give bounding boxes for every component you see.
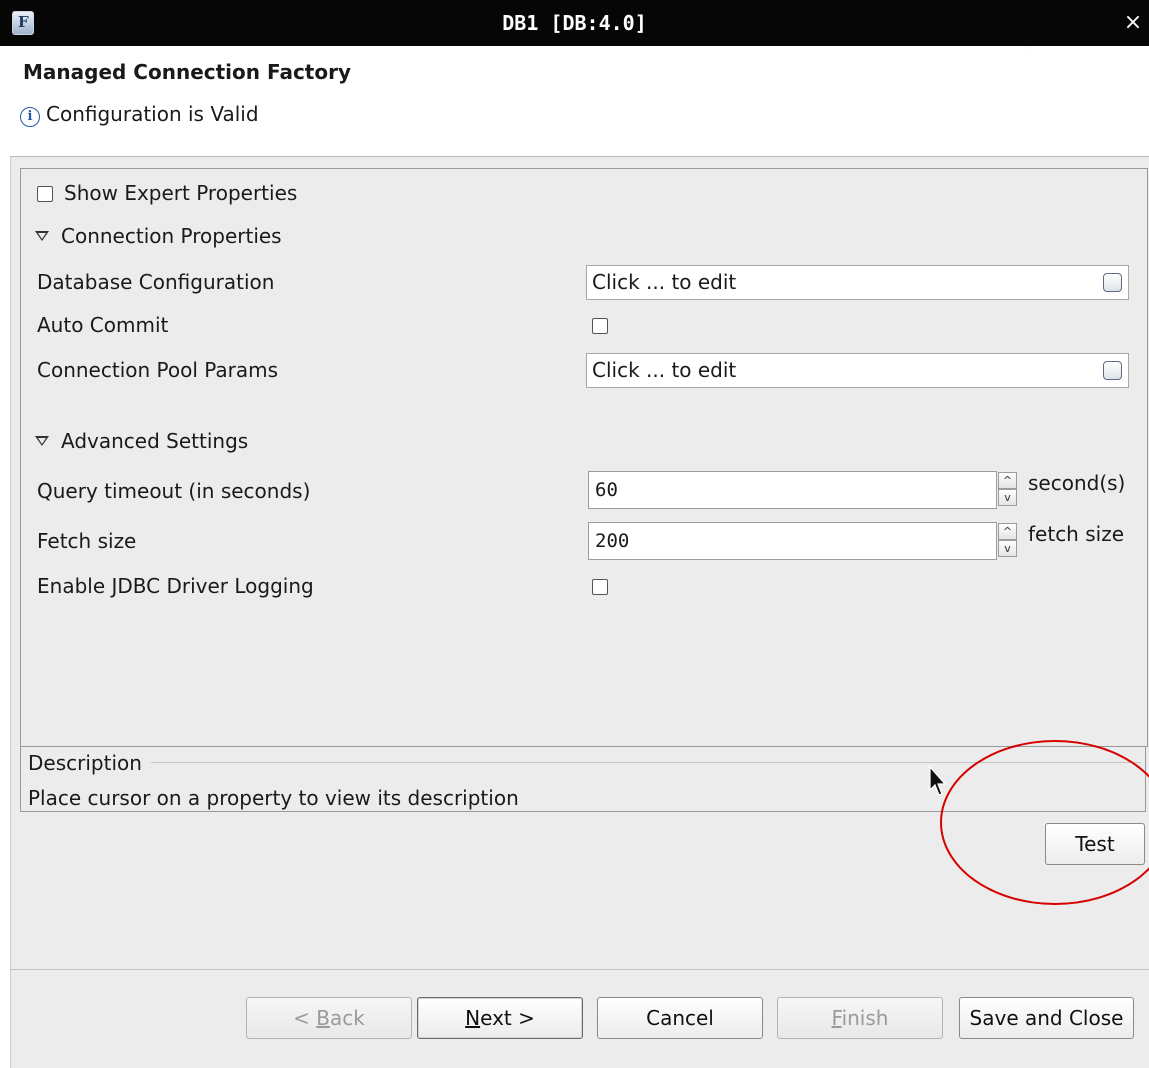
query-timeout-unit: second(s): [1028, 471, 1126, 495]
edit-connection-pool-params-button[interactable]: [1103, 361, 1122, 380]
save-and-close-button[interactable]: Save and Close: [959, 997, 1134, 1039]
collapse-triangle-icon[interactable]: [35, 436, 49, 446]
database-configuration-value: Click ... to edit: [592, 270, 737, 294]
close-icon[interactable]: ×: [1118, 0, 1148, 46]
next-button[interactable]: Next >: [417, 997, 583, 1039]
fetch-size-label: Fetch size: [37, 529, 137, 553]
database-configuration-field[interactable]: Click ... to edit: [586, 265, 1129, 300]
query-timeout-spinner[interactable]: ^ v: [998, 472, 1018, 508]
edit-database-configuration-button[interactable]: [1103, 273, 1122, 292]
finish-button[interactable]: Finish: [777, 997, 943, 1039]
footer-separator: [10, 969, 1149, 970]
window-title: DB1 [DB:4.0]: [502, 11, 647, 35]
connection-pool-params-field[interactable]: Click ... to edit: [586, 353, 1129, 388]
spin-up-icon[interactable]: ^: [998, 523, 1017, 540]
show-expert-checkbox[interactable]: [37, 186, 53, 202]
jdbc-logging-label: Enable JDBC Driver Logging: [37, 574, 314, 598]
advanced-settings-section[interactable]: Advanced Settings: [35, 429, 248, 453]
fetch-size-unit: fetch size: [1028, 522, 1124, 546]
finish-rest: inish: [841, 1006, 889, 1030]
window-left-edge: [0, 46, 11, 1068]
connection-pool-params-label: Connection Pool Params: [37, 358, 279, 382]
back-rest: ack: [330, 1006, 365, 1030]
next-rest: ext >: [480, 1006, 535, 1030]
description-title: Description: [28, 751, 142, 775]
next-mnemonic: N: [465, 1006, 481, 1030]
section-label: Advanced Settings: [61, 429, 249, 453]
query-timeout-label: Query timeout (in seconds): [37, 479, 311, 503]
finish-mnemonic: F: [831, 1006, 842, 1030]
back-button[interactable]: < Back: [246, 997, 412, 1039]
show-expert-label[interactable]: Show Expert Properties: [64, 181, 297, 205]
query-timeout-value: 60: [595, 479, 618, 501]
validation-status: i Configuration is Valid: [20, 102, 259, 127]
spin-down-icon[interactable]: v: [998, 489, 1017, 506]
spin-down-icon[interactable]: v: [998, 540, 1017, 557]
back-prefix: <: [293, 1006, 317, 1030]
wizard-header: Managed Connection Factory i Configuratio…: [10, 46, 1149, 157]
query-timeout-input[interactable]: 60: [588, 471, 997, 509]
jdbc-logging-checkbox[interactable]: [592, 579, 608, 595]
properties-panel: Show Expert Properties Connection Proper…: [20, 168, 1148, 747]
info-icon: i: [20, 107, 40, 127]
connection-properties-section[interactable]: Connection Properties: [35, 224, 282, 248]
auto-commit-checkbox[interactable]: [592, 318, 608, 334]
spin-up-icon[interactable]: ^: [998, 472, 1017, 489]
annotation-circle: [940, 740, 1149, 905]
page-title: Managed Connection Factory: [23, 60, 352, 84]
cancel-button[interactable]: Cancel: [597, 997, 763, 1039]
connection-pool-params-value: Click ... to edit: [592, 358, 737, 382]
back-mnemonic: B: [316, 1006, 330, 1030]
collapse-triangle-icon[interactable]: [35, 231, 49, 241]
database-configuration-label: Database Configuration: [37, 270, 275, 294]
fetch-size-input[interactable]: 200: [588, 522, 997, 560]
status-text: Configuration is Valid: [46, 102, 259, 126]
auto-commit-label: Auto Commit: [37, 313, 169, 337]
description-text: Place cursor on a property to view its d…: [28, 786, 519, 810]
header-decoration: [1020, 46, 1149, 156]
title-bar: F DB1 [DB:4.0] ×: [0, 0, 1149, 46]
fetch-size-value: 200: [595, 530, 630, 552]
section-label: Connection Properties: [61, 224, 282, 248]
fetch-size-spinner[interactable]: ^ v: [998, 523, 1018, 559]
mouse-cursor-icon: [929, 766, 947, 796]
